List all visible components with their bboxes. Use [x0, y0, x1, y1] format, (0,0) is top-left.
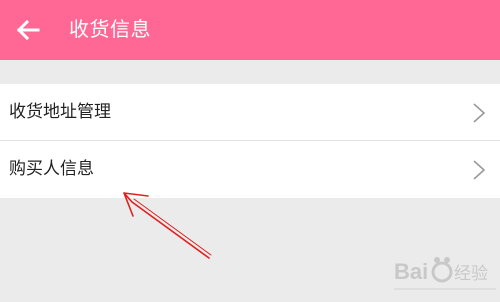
chevron-right-icon	[472, 102, 486, 124]
list-item-label: 收货地址管理	[9, 102, 111, 122]
baidu-jingyan-watermark: Bai 经验	[392, 245, 498, 297]
settings-list: 收货地址管理 购买人信息	[0, 84, 500, 198]
app-bar: 收货信息	[0, 0, 500, 60]
watermark-text: Bai	[394, 259, 428, 284]
list-item-label: 购买人信息	[9, 159, 94, 179]
back-button[interactable]	[12, 14, 44, 46]
arrow-left-icon	[16, 19, 40, 41]
list-item-buyer-info[interactable]: 购买人信息	[0, 141, 500, 198]
chevron-right-icon	[472, 159, 486, 181]
svg-text:经验: 经验	[454, 264, 488, 284]
page-title: 收货信息	[69, 17, 151, 41]
list-item-address-management[interactable]: 收货地址管理	[0, 84, 500, 141]
